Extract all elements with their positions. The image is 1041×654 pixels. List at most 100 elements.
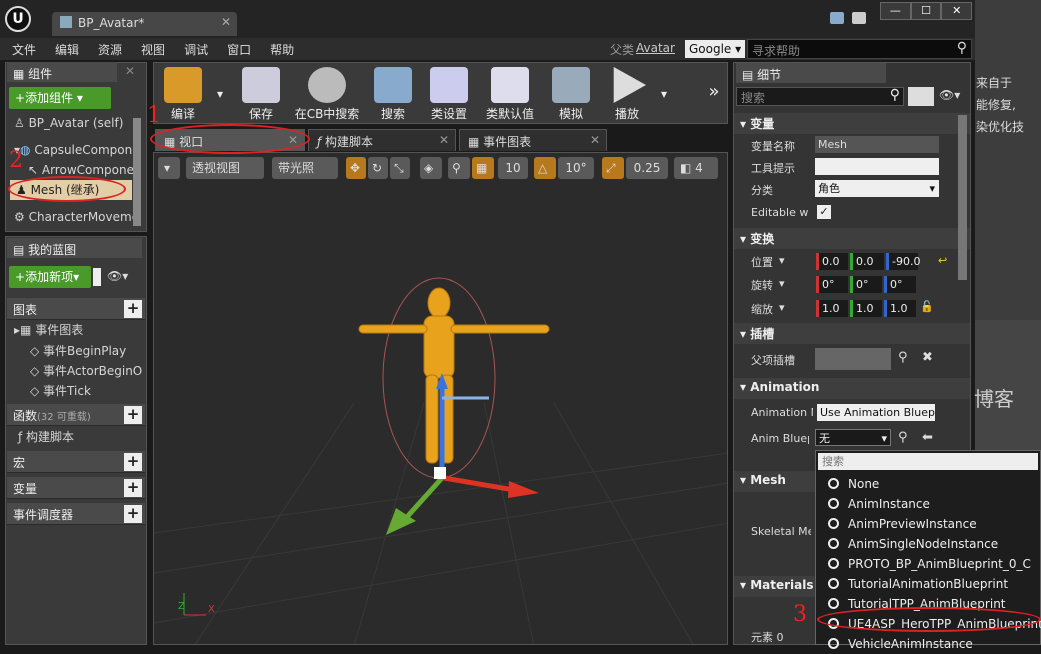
search-icon[interactable]: ⚲ (898, 430, 908, 445)
component-self[interactable]: ♙ BP_Avatar (self) (8, 113, 133, 133)
tab-construction-script[interactable]: ƒ 构建脚本 ✕ (308, 129, 456, 151)
menu-asset[interactable]: 资源 (98, 41, 122, 58)
menu-window[interactable]: 窗口 (227, 41, 251, 58)
event-beginplay[interactable]: ◇ 事件BeginPlay (24, 341, 142, 361)
parent-socket-field[interactable] (815, 348, 891, 370)
search-icon[interactable]: ⚲ (890, 87, 900, 103)
event-graph-item[interactable]: ▸▦ 事件图表 (8, 320, 143, 340)
minimize-button[interactable]: — (880, 2, 911, 20)
lock-icon[interactable]: 🔓 (920, 300, 934, 313)
search-icon[interactable]: ⚲ (898, 350, 908, 365)
menu-help[interactable]: 帮助 (270, 41, 294, 58)
option-tutorial-anim[interactable]: TutorialAnimationBlueprint (816, 574, 1040, 594)
my-blueprint-tab[interactable]: ▤ 我的蓝图 (7, 238, 142, 258)
menu-edit[interactable]: 编辑 (55, 41, 79, 58)
add-component-button[interactable]: +添加组件 ▾ (9, 87, 111, 109)
close-tab-icon[interactable]: ✕ (439, 133, 449, 147)
search-icon[interactable]: ⚲ (957, 40, 967, 56)
add-graph-button[interactable]: + (124, 300, 142, 318)
menu-view[interactable]: 视图 (141, 41, 165, 58)
save-button[interactable]: 保存 (236, 65, 286, 123)
use-selected-icon[interactable]: ⬅ (922, 430, 933, 445)
compile-options-button[interactable]: ▾ (210, 65, 230, 123)
learn-icon[interactable] (852, 12, 866, 24)
chevron-down-icon[interactable]: ▾ (779, 301, 785, 314)
option-vehicleaniminstance[interactable]: VehicleAnimInstance (816, 634, 1040, 654)
option-animpreviewinstance[interactable]: AnimPreviewInstance (816, 514, 1040, 534)
location-x[interactable]: 0.0 cm (816, 253, 848, 285)
parent-class-link[interactable]: Avatar (636, 41, 675, 55)
anim-mode-select[interactable]: Use Animation Blueprint (817, 404, 935, 421)
class-settings-button[interactable]: 类设置 (422, 65, 476, 123)
help-search-input[interactable]: 寻求帮助 ⚲ (747, 39, 972, 59)
search-button[interactable]: 搜索 (368, 65, 418, 123)
option-animsinglenodeinstance[interactable]: AnimSingleNodeInstance (816, 534, 1040, 554)
more-icon[interactable]: » (702, 65, 726, 123)
find-in-cb-button[interactable]: 在CB中搜索 (290, 65, 364, 123)
transform-section[interactable]: ▾ 变换 (734, 228, 970, 249)
category-select[interactable]: 角色 ▾ (815, 180, 939, 197)
play-options-button[interactable]: ▾ (654, 65, 674, 123)
simulate-button[interactable]: 模拟 (546, 65, 596, 123)
location-y[interactable]: 0.0 cm (850, 253, 884, 285)
construction-script-item[interactable]: ƒ 构建脚本 (12, 427, 142, 447)
scale-y[interactable]: 1.0 (850, 300, 882, 317)
document-tab[interactable]: BP_Avatar* ✕ (52, 12, 237, 36)
viewport[interactable]: ▾ 透视视图 带光照 ✥ ↻ ⤡ ◈ ⚲ ▦ 10 △ 10° ⤢ 0.25 ◧… (153, 152, 728, 645)
clear-icon[interactable]: ✖ (922, 350, 933, 365)
animation-section[interactable]: ▾ Animation (734, 378, 970, 399)
rotation-y[interactable]: 0° (850, 276, 882, 293)
event-actorbegin[interactable]: ◇ 事件ActorBeginOverlap (24, 361, 142, 381)
maximize-button[interactable]: ☐ (910, 2, 942, 20)
editable-checkbox[interactable]: ✓ (817, 205, 831, 219)
close-panel-icon[interactable]: ✕ (125, 64, 135, 78)
components-tab[interactable]: ▦ 组件 (7, 62, 117, 82)
tooltip-field[interactable] (815, 158, 939, 175)
chevron-down-icon[interactable]: ▾ (779, 254, 785, 267)
option-animinstance[interactable]: AnimInstance (816, 494, 1040, 514)
add-variable-button[interactable]: + (124, 479, 142, 497)
menu-file[interactable]: 文件 (12, 41, 36, 58)
class-defaults-button[interactable]: 类默认值 (480, 65, 540, 123)
scene-svg (154, 277, 727, 644)
add-function-button[interactable]: + (124, 406, 142, 424)
details-tab[interactable]: ▤ 细节 (736, 63, 886, 83)
chevron-down-icon[interactable]: ▾ (779, 277, 785, 290)
event-tick[interactable]: ◇ 事件Tick (24, 381, 142, 401)
chat-icon[interactable] (830, 12, 844, 24)
var-name-field[interactable]: Mesh (815, 136, 939, 153)
eye-icon[interactable]: 👁▾ (107, 269, 128, 283)
rotation-z[interactable]: 0° (884, 276, 916, 293)
scale-x[interactable]: 1.0 (816, 300, 848, 317)
tab-event-graph[interactable]: ▦ 事件图表 ✕ (459, 129, 607, 151)
reset-icon[interactable]: ↩ (938, 254, 947, 267)
add-new-button[interactable]: +添加新项▾ (9, 266, 91, 288)
rotation-x[interactable]: 0° (816, 276, 848, 293)
details-search-input[interactable]: 搜索 ⚲ (736, 87, 904, 106)
close-button[interactable]: ✕ (941, 2, 973, 20)
compile-button[interactable]: 编译 (158, 65, 208, 123)
eye-icon[interactable]: 👁▾ (939, 88, 960, 102)
add-macro-button[interactable]: + (124, 453, 142, 471)
component-capsule[interactable]: ▾◍ CapsuleComponent (8, 140, 133, 160)
variable-section[interactable]: ▾ 变量 (734, 113, 970, 134)
details-scrollbar[interactable] (958, 115, 967, 280)
components-scrollbar[interactable] (133, 118, 141, 226)
search-provider-select[interactable]: Google ▾ (685, 40, 745, 58)
close-tab-icon[interactable]: ✕ (221, 15, 231, 29)
menu-debug[interactable]: 调试 (184, 41, 208, 58)
add-dispatcher-button[interactable]: + (124, 505, 142, 523)
close-tab-icon[interactable]: ✕ (590, 133, 600, 147)
dropdown-search-input[interactable]: 搜索 (818, 453, 1038, 470)
sockets-section[interactable]: ▾ 插槽 (734, 323, 970, 344)
play-button[interactable]: 播放 (602, 65, 652, 123)
scale-z[interactable]: 1.0 (884, 300, 916, 317)
option-proto-bp[interactable]: PROTO_BP_AnimBlueprint_0_C (816, 554, 1040, 574)
anim-bp-select[interactable]: 无 ▾ (815, 429, 891, 446)
property-matrix-icon[interactable] (908, 87, 934, 106)
location-z[interactable]: -90.0 (886, 253, 920, 270)
component-movement[interactable]: ⚙ CharacterMovement (8, 207, 133, 227)
parent-class-label: 父类 (610, 43, 635, 57)
option-none[interactable]: None (816, 474, 1040, 494)
search-field-stub[interactable] (93, 268, 101, 286)
